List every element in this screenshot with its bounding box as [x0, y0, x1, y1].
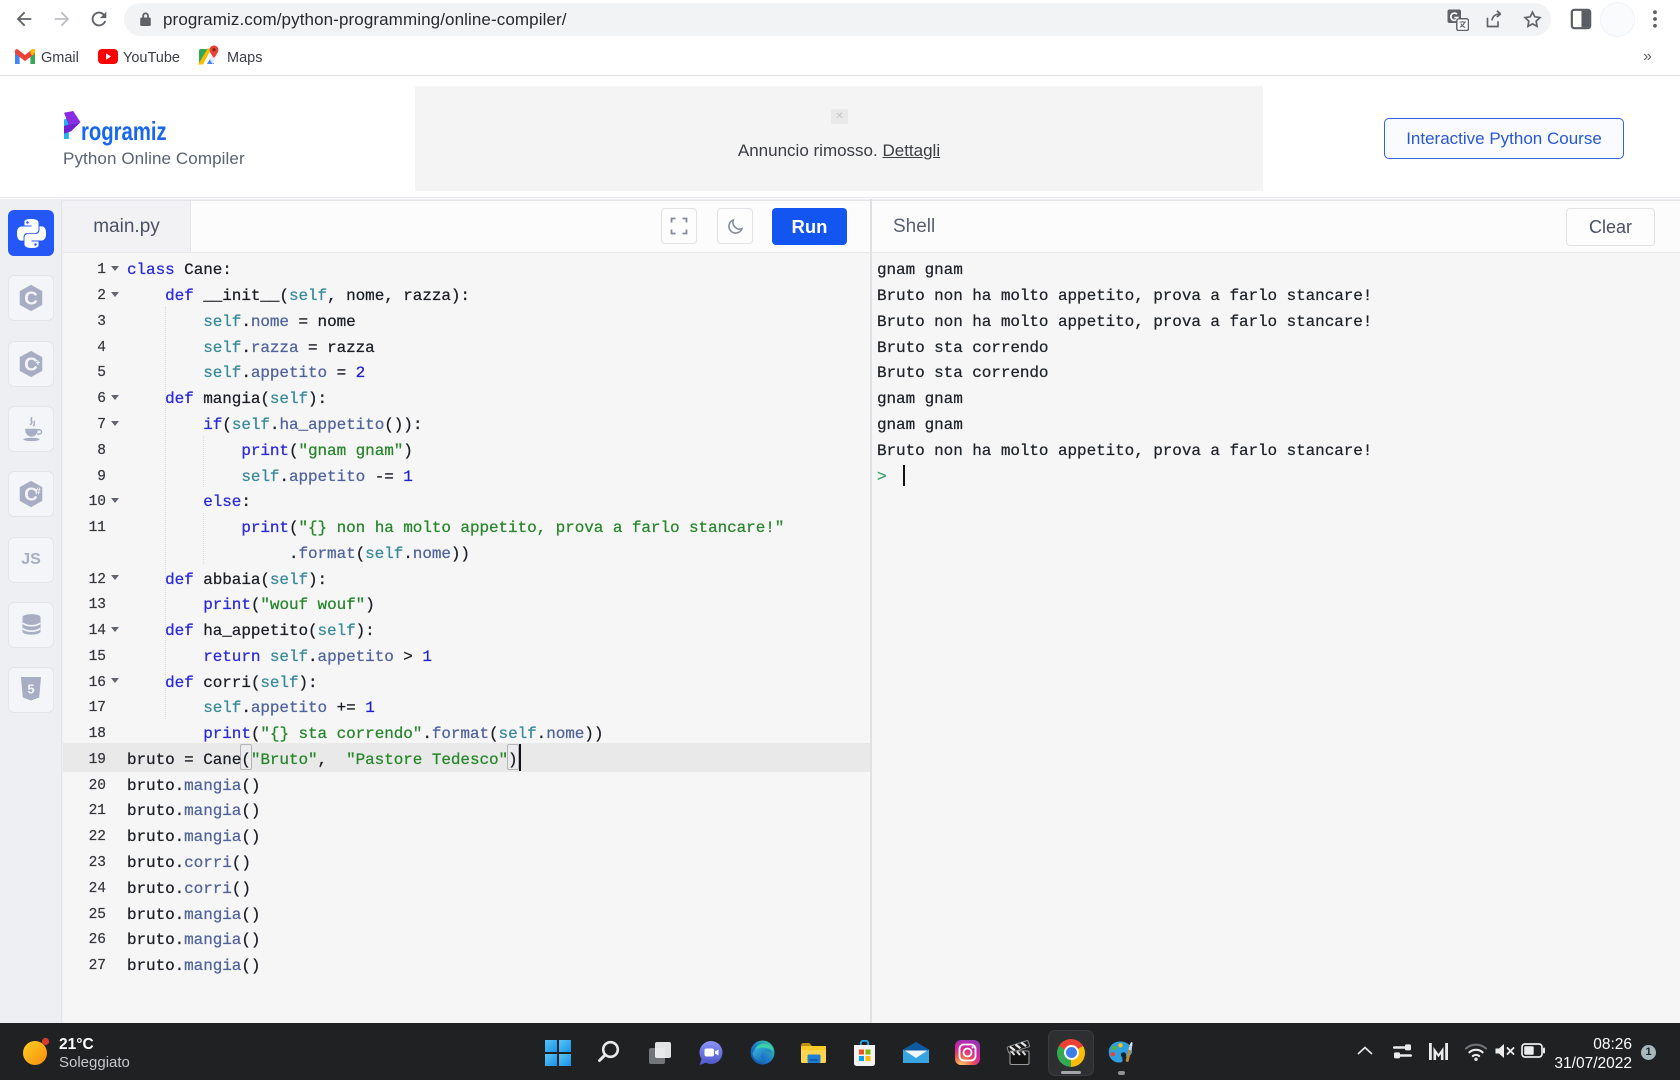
svg-text:#: #	[35, 487, 41, 498]
svg-text:5: 5	[27, 682, 34, 697]
svg-text:+: +	[35, 357, 40, 367]
svg-text:C: C	[24, 287, 38, 308]
